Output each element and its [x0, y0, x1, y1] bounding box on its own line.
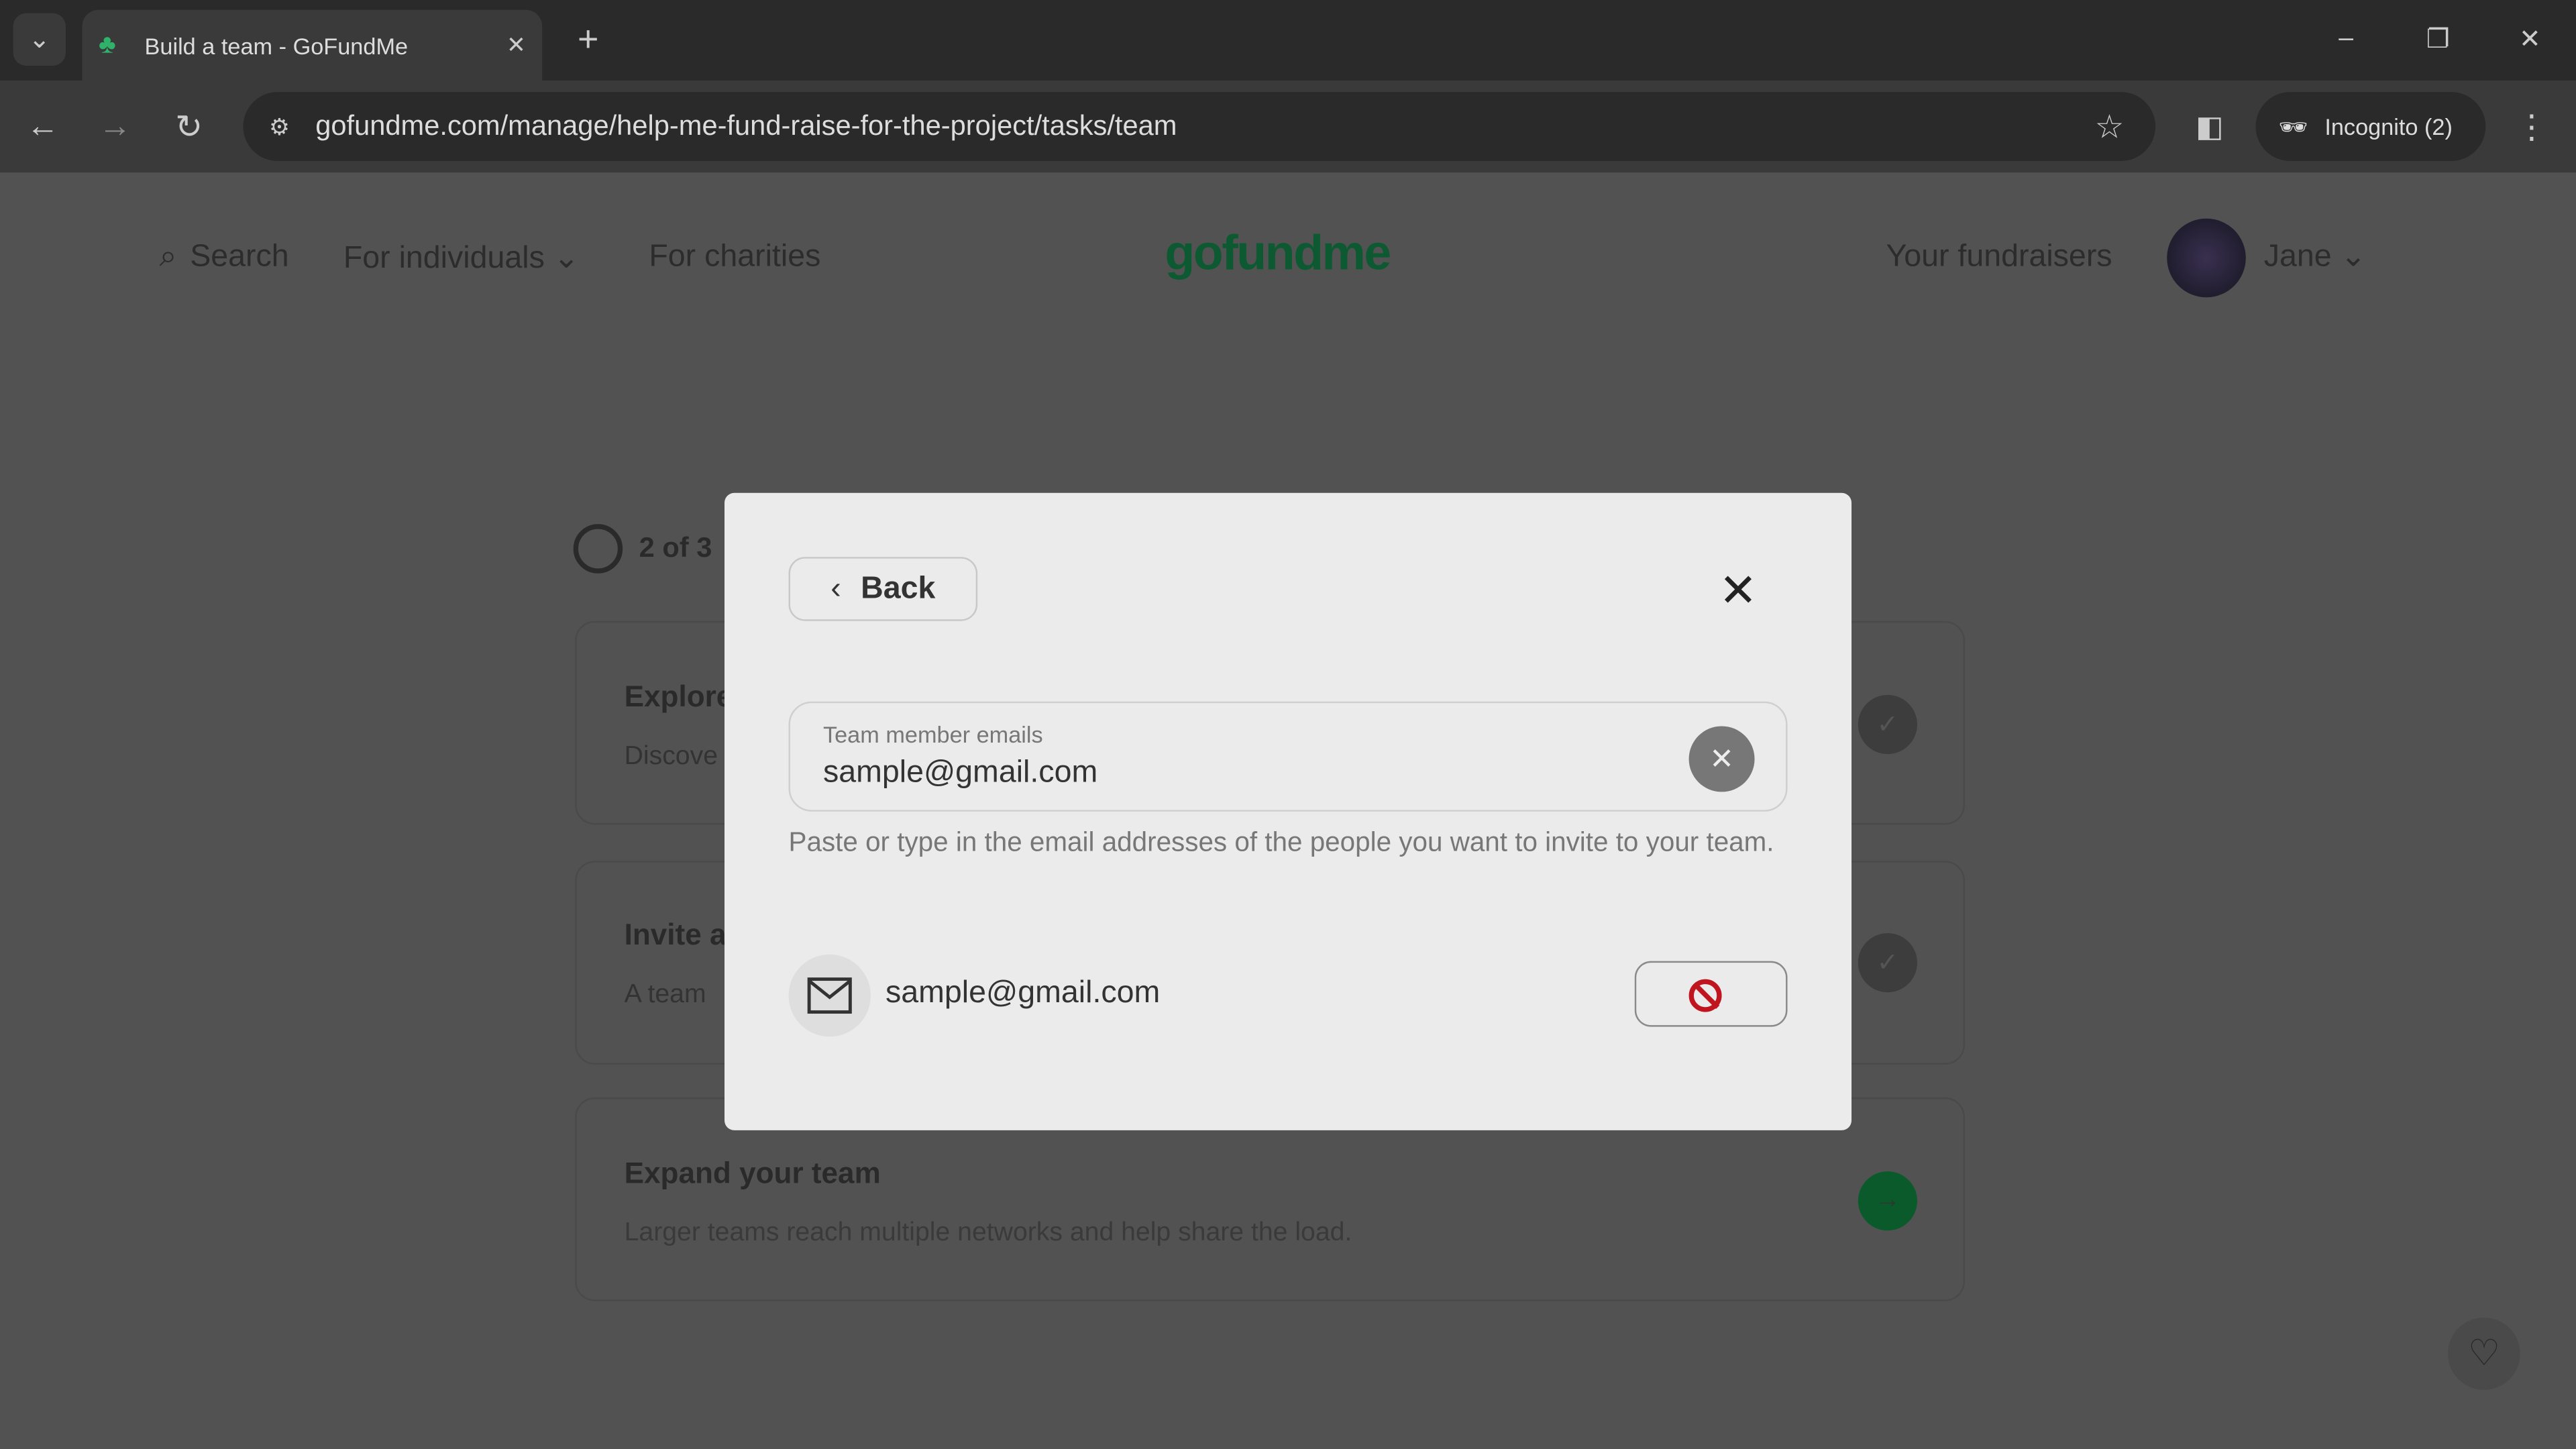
- back-button[interactable]: ‹ Back: [788, 557, 978, 621]
- url-text: gofundme.com/manage/help-me-fund-raise-f…: [315, 110, 1177, 142]
- side-panel-icon[interactable]: ◧: [2190, 107, 2230, 146]
- avatar[interactable]: [2167, 218, 2246, 298]
- close-window-icon[interactable]: ✕: [2510, 19, 2550, 59]
- new-tab-icon[interactable]: +: [568, 18, 608, 59]
- close-tab-icon[interactable]: ✕: [506, 32, 526, 60]
- task-subtitle: Larger teams reach multiple networks and…: [624, 1219, 1352, 1247]
- team-emails-field[interactable]: Team member emails sample@gmail.com ✕: [788, 701, 1788, 812]
- search-link[interactable]: ⌕ Search: [160, 240, 289, 276]
- field-hint: Paste or type in the email addresses of …: [788, 828, 1774, 858]
- chevron-left-icon: ‹: [830, 571, 841, 606]
- tab-strip: ⌄ ♣ Build a team - GoFundMe ✕ + – ❐ ✕: [0, 0, 2576, 81]
- gofundme-favicon-icon: ♣: [98, 30, 116, 58]
- user-menu[interactable]: Jane ⌄: [2264, 238, 2367, 276]
- clear-field-icon[interactable]: ✕: [1688, 726, 1755, 792]
- field-label: Team member emails: [822, 721, 1043, 748]
- field-value: sample@gmail.com: [822, 755, 1098, 790]
- reload-icon[interactable]: ↻: [169, 107, 209, 146]
- task-subtitle: Discove: [624, 742, 718, 771]
- tab-search-chevron-icon[interactable]: ⌄: [13, 13, 66, 66]
- restore-icon[interactable]: ❐: [2418, 19, 2458, 59]
- site-settings-icon[interactable]: ⚙: [260, 107, 299, 146]
- task-title: Invite a: [624, 918, 727, 951]
- task-subtitle: A team: [624, 981, 706, 1009]
- minimize-icon[interactable]: –: [2326, 19, 2366, 59]
- incognito-icon: 🕶: [2278, 112, 2308, 139]
- incognito-button[interactable]: 🕶 Incognito (2): [2255, 92, 2486, 162]
- check-icon: ✓: [1858, 694, 1917, 755]
- forward-nav-icon[interactable]: →: [95, 107, 135, 146]
- close-icon[interactable]: ✕: [1713, 564, 1762, 615]
- progress-ring-icon: [573, 524, 623, 574]
- address-bar[interactable]: ⚙ gofundme.com/manage/help-me-fund-raise…: [243, 92, 2156, 162]
- mail-icon: [788, 954, 871, 1037]
- back-nav-icon[interactable]: ←: [23, 107, 62, 146]
- for-individuals-label: For individuals: [343, 241, 545, 276]
- bookmark-star-icon[interactable]: ☆: [2090, 107, 2129, 146]
- chat-help-icon[interactable]: ♡: [2448, 1318, 2520, 1390]
- browser-tab[interactable]: ♣ Build a team - GoFundMe ✕: [82, 9, 543, 81]
- tab-title: Build a team - GoFundMe: [144, 32, 409, 58]
- invitee-email: sample@gmail.com: [885, 975, 1161, 1011]
- your-fundraisers-link[interactable]: Your fundraisers: [1886, 240, 2112, 276]
- chevron-down-icon: ⌄: [2340, 239, 2367, 274]
- search-label: Search: [190, 239, 289, 274]
- task-title: Expand your team: [624, 1157, 881, 1190]
- gofundme-logo[interactable]: gofundme: [1165, 227, 1391, 282]
- incognito-label: Incognito (2): [2324, 113, 2453, 140]
- progress-label: 2 of 3: [639, 532, 712, 564]
- task-title: Explore: [624, 680, 733, 713]
- back-label: Back: [861, 571, 936, 606]
- for-individuals-menu[interactable]: For individuals ⌄: [343, 240, 580, 278]
- user-name: Jane: [2263, 239, 2332, 274]
- check-icon: ✓: [1858, 933, 1917, 993]
- arrow-right-icon[interactable]: →: [1858, 1171, 1917, 1231]
- invitee-action-button[interactable]: [1634, 961, 1788, 1027]
- not-allowed-cursor-icon: [1688, 979, 1722, 1012]
- invite-modal: ‹ Back ✕ Team member emails sample@gmail…: [724, 492, 1852, 1130]
- chevron-down-icon: ⌄: [553, 241, 580, 276]
- menu-kebab-icon[interactable]: ⋮: [2514, 107, 2550, 146]
- for-charities-link[interactable]: For charities: [649, 240, 820, 276]
- search-icon: ⌕: [159, 239, 177, 274]
